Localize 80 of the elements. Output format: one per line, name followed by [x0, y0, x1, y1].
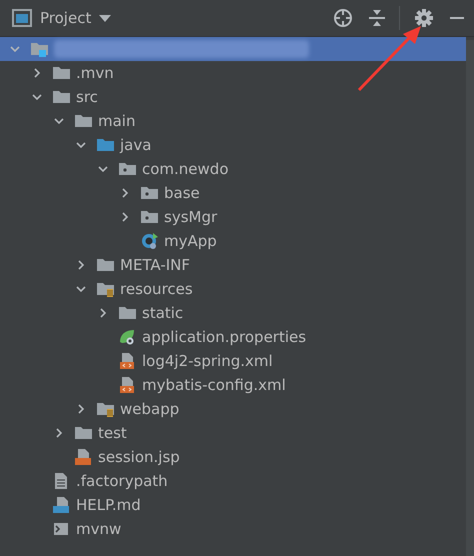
tree-row[interactable]: mvnw	[0, 517, 466, 541]
chevron-right-icon[interactable]	[76, 404, 86, 414]
folder-icon	[96, 136, 114, 154]
item-label: webapp	[120, 400, 180, 418]
item-label: HELP.md	[76, 496, 141, 514]
crosshair-icon[interactable]	[333, 8, 353, 28]
tree-row[interactable]: com.newdo	[0, 157, 466, 181]
tree-row[interactable]: log4j2-spring.xml	[0, 349, 466, 373]
tree-row[interactable]: application.properties	[0, 325, 466, 349]
tree-row[interactable]: myApp	[0, 229, 466, 253]
item-label: .mvn	[76, 64, 114, 82]
package-folder-icon	[140, 184, 158, 202]
chevron-right-icon[interactable]	[76, 260, 86, 270]
item-label: base	[164, 184, 200, 202]
text-file-icon	[52, 472, 70, 490]
folder-icon	[30, 40, 48, 58]
folder-icon	[74, 424, 92, 442]
jsp-file-icon	[74, 448, 92, 466]
item-label: sysMgr	[164, 208, 218, 226]
item-label: session.jsp	[98, 448, 180, 466]
item-label: test	[98, 424, 127, 442]
window-icon	[12, 9, 32, 27]
tree-row[interactable]: main	[0, 109, 466, 133]
chevron-right-icon[interactable]	[120, 188, 130, 198]
folder-icon	[52, 64, 70, 82]
item-label: META-INF	[120, 256, 190, 274]
folder-icon	[74, 112, 92, 130]
item-label: main	[98, 112, 136, 130]
tree-row[interactable]: resources	[0, 277, 466, 301]
class-icon	[140, 232, 158, 250]
collapse-icon[interactable]	[367, 8, 387, 28]
package-folder-icon	[118, 160, 136, 178]
item-label: src	[76, 88, 98, 106]
folder-icon	[118, 304, 136, 322]
tree-row[interactable]: mybatis-config.xml	[0, 373, 466, 397]
tree-row[interactable]: src	[0, 85, 466, 109]
item-label: resources	[120, 280, 193, 298]
terminal-file-icon	[52, 520, 70, 538]
chevron-down-icon[interactable]	[32, 92, 42, 102]
item-label: mybatis-config.xml	[142, 376, 286, 394]
panel-title[interactable]: Project	[40, 9, 92, 27]
folder-icon	[96, 256, 114, 274]
package-folder-icon	[140, 208, 158, 226]
item-label: mvnw	[76, 520, 122, 538]
markdown-file-icon	[52, 496, 70, 514]
chevron-down-icon[interactable]	[76, 140, 86, 150]
tree-row[interactable]: static	[0, 301, 466, 325]
item-label: myApp	[164, 232, 217, 250]
tree-row[interactable]: META-INF	[0, 253, 466, 277]
tree-row[interactable]: sysMgr	[0, 205, 466, 229]
tree-row[interactable]: test	[0, 421, 466, 445]
tree-row[interactable]: java	[0, 133, 466, 157]
tree-row[interactable]: .factorypath	[0, 469, 466, 493]
folder-icon	[52, 88, 70, 106]
item-label: static	[142, 304, 184, 322]
item-label: application.properties	[142, 328, 306, 346]
resource-folder-icon	[96, 400, 114, 418]
tree-row[interactable]: base	[0, 181, 466, 205]
chevron-right-icon[interactable]	[120, 212, 130, 222]
xml-file-icon	[118, 376, 136, 394]
scrollbar[interactable]	[466, 40, 474, 556]
dropdown-caret-icon[interactable]	[99, 14, 112, 22]
chevron-right-icon[interactable]	[54, 428, 64, 438]
tree-row[interactable]: HELP.md	[0, 493, 466, 517]
settings-icon[interactable]	[414, 8, 434, 28]
leaf-icon	[118, 328, 136, 346]
item-label: .factorypath	[76, 472, 168, 490]
item-label: java	[120, 136, 152, 154]
xml-file-icon	[118, 352, 136, 370]
chevron-right-icon[interactable]	[32, 68, 42, 78]
chevron-down-icon[interactable]	[98, 164, 108, 174]
chevron-down-icon[interactable]	[76, 284, 86, 294]
chevron-right-icon[interactable]	[98, 308, 108, 318]
resource-folder-icon	[96, 280, 114, 298]
item-label: com.newdo	[142, 160, 229, 178]
tree-row[interactable]: webapp	[0, 397, 466, 421]
chevron-down-icon[interactable]	[54, 116, 64, 126]
item-label: log4j2-spring.xml	[142, 352, 273, 370]
tree-row[interactable]: session.jsp	[0, 445, 466, 469]
tree-row[interactable]: .mvn	[0, 61, 466, 85]
